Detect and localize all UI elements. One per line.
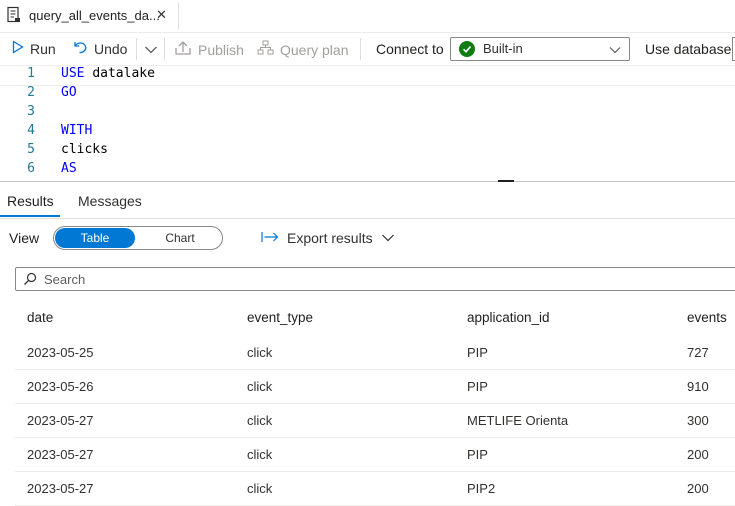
run-icon: [12, 40, 24, 57]
line-number: 4: [27, 123, 35, 138]
chevron-down-icon: [144, 42, 158, 58]
table-cell: 910: [687, 379, 709, 394]
table-cell: 300: [687, 413, 709, 428]
undo-dropdown-button[interactable]: [144, 42, 158, 58]
table-cell: click: [247, 345, 273, 360]
run-button[interactable]: Run: [12, 40, 56, 57]
line-number: 2: [27, 85, 35, 100]
table-row[interactable]: 2023-05-27 click METLIFE Orienta 300: [15, 404, 735, 438]
table-cell: 2023-05-27: [27, 481, 94, 496]
table-cell: PIP: [467, 345, 488, 360]
query-plan-button[interactable]: Query plan: [257, 40, 348, 59]
line-number: 5: [27, 142, 35, 157]
undo-icon: [72, 40, 88, 57]
query-toolbar: Run Undo Publish Query plan Connect to B…: [0, 32, 735, 65]
column-header-date[interactable]: date: [27, 310, 53, 325]
table-cell: 2023-05-27: [27, 447, 94, 462]
code-text: USE datalake: [61, 66, 155, 81]
results-tab-bar: Results Messages: [0, 182, 735, 219]
publish-label: Publish: [198, 41, 244, 58]
undo-button[interactable]: Undo: [72, 40, 127, 57]
run-label: Run: [30, 40, 56, 57]
editor-line: 5 clicks: [0, 142, 735, 161]
results-search-box: [15, 267, 735, 291]
editor-line: 1 USE datalake: [0, 65, 735, 86]
active-tab-indicator: [0, 215, 60, 217]
code-text: clicks: [61, 142, 108, 157]
line-number: 1: [27, 66, 35, 81]
code-text: GO: [61, 85, 77, 100]
table-cell: 2023-05-25: [27, 345, 94, 360]
use-database-label: Use database: [645, 41, 732, 57]
query-plan-label: Query plan: [280, 41, 349, 58]
editor-line: 3: [0, 104, 735, 123]
connect-to-value: Built-in: [483, 41, 523, 56]
table-cell: click: [247, 379, 273, 394]
table-cell: PIP2: [467, 481, 496, 496]
table-row[interactable]: 2023-05-26 click PIP 910: [15, 370, 735, 404]
column-header-events[interactable]: events: [687, 310, 727, 325]
table-cell: 200: [687, 447, 709, 462]
chevron-down-icon: [609, 42, 621, 60]
table-cell: 2023-05-26: [27, 379, 94, 394]
search-icon: [23, 272, 37, 291]
toolbar-divider: [136, 38, 137, 60]
check-circle-icon: [459, 41, 475, 57]
toolbar-divider: [360, 38, 361, 60]
export-results-button[interactable]: Export results: [261, 230, 395, 246]
column-header-event-type[interactable]: event_type: [247, 310, 313, 325]
sql-editor[interactable]: 1 USE datalake 2 GO 3 4 WITH 5 clicks 6 …: [0, 65, 735, 181]
chevron-down-icon: [381, 230, 395, 246]
view-label: View: [9, 230, 40, 246]
code-text: AS: [61, 161, 77, 176]
table-row[interactable]: 2023-05-27 click PIP2 200: [15, 472, 735, 506]
table-cell: 727: [687, 345, 709, 360]
column-header-application-id[interactable]: application_id: [467, 310, 550, 325]
undo-label: Undo: [94, 40, 128, 57]
table-cell: click: [247, 413, 273, 428]
table-row[interactable]: 2023-05-27 click PIP 200: [15, 438, 735, 472]
editor-line: 2 GO: [0, 85, 735, 104]
export-results-label: Export results: [287, 230, 373, 246]
results-grid: date event_type application_id events 20…: [15, 302, 735, 506]
tab-messages[interactable]: Messages: [78, 193, 142, 209]
publish-icon: [174, 40, 192, 59]
view-toggle: Table Chart: [53, 226, 223, 250]
line-number: 3: [27, 104, 35, 119]
tab-query-all-events[interactable]: query_all_events_da... ✕: [0, 0, 178, 33]
query-plan-icon: [257, 40, 274, 59]
table-cell: PIP: [467, 379, 488, 394]
connect-to-dropdown[interactable]: Built-in: [450, 37, 630, 61]
view-chart-option[interactable]: Chart: [138, 228, 222, 248]
table-cell: click: [247, 447, 273, 462]
table-cell: 200: [687, 481, 709, 496]
document-tab-bar: query_all_events_da... ✕: [0, 0, 735, 33]
tab-title: query_all_events_da...: [29, 8, 160, 23]
editor-line: 4 WITH: [0, 123, 735, 142]
export-arrow-icon: [261, 230, 279, 246]
editor-line: 6 AS: [0, 161, 735, 180]
tab-results[interactable]: Results: [7, 193, 54, 209]
grid-header-row: date event_type application_id events: [15, 302, 735, 336]
query-file-icon: [6, 6, 22, 29]
code-text: WITH: [61, 123, 93, 138]
connect-to-label: Connect to: [376, 41, 444, 57]
search-input[interactable]: [44, 270, 724, 288]
toolbar-divider: [164, 38, 165, 60]
tab-divider: [178, 3, 179, 29]
publish-button[interactable]: Publish: [174, 40, 244, 59]
table-cell: click: [247, 481, 273, 496]
table-cell: 2023-05-27: [27, 413, 94, 428]
table-cell: METLIFE Orienta: [467, 413, 569, 428]
table-cell: PIP: [467, 447, 488, 462]
line-number: 6: [27, 161, 35, 176]
close-icon[interactable]: ✕: [156, 7, 167, 23]
table-row[interactable]: 2023-05-25 click PIP 727: [15, 336, 735, 370]
view-table-option[interactable]: Table: [55, 228, 135, 248]
